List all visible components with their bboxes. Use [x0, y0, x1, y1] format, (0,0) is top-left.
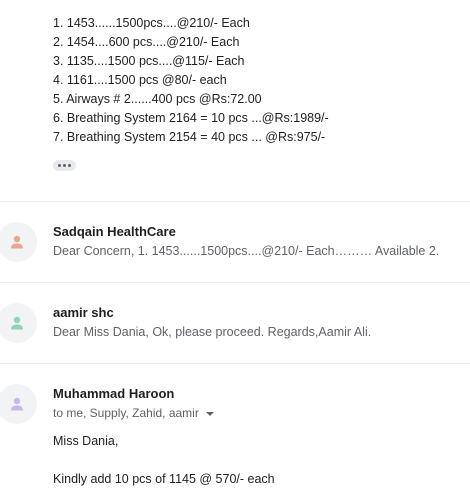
- more-horiz-icon: [58, 164, 61, 167]
- collapsed-message-aamir[interactable]: aamir shc Dear Miss Dania, Ok, please pr…: [0, 283, 470, 363]
- person-icon: [11, 235, 23, 249]
- message-body-text: Kindly add 10 pcs of 1145 @ 570/- each: [53, 472, 275, 486]
- order-line: 4. 1161....1500 pcs @80/- each: [53, 73, 227, 87]
- order-line: 5. Airways # 2......400 pcs @Rs:72.00: [53, 92, 262, 106]
- order-line: 1. 1453......1500pcs....@210/- Each: [53, 16, 250, 30]
- order-line: 7. Breathing System 2154 = 40 pcs ... @R…: [53, 130, 326, 144]
- sender-name: aamir shc: [53, 305, 114, 320]
- more-horiz-icon-dot: [63, 164, 66, 167]
- order-line: 3. 1135....1500 pcs....@115/- Each: [53, 54, 245, 68]
- recipients-details-toggle[interactable]: to me, Supply, Zahid, aamir: [53, 406, 214, 420]
- avatar: [0, 303, 37, 343]
- message-snippet: Dear Concern, 1. 1453......1500pcs....@2…: [53, 244, 440, 258]
- sender-name: Sadqain HealthCare: [53, 224, 176, 239]
- sender-name[interactable]: Muhammad Haroon: [53, 386, 174, 401]
- collapsed-message-sadqain[interactable]: Sadqain HealthCare Dear Concern, 1. 1453…: [0, 202, 470, 282]
- avatar: [0, 384, 37, 424]
- caret-down-icon: [205, 411, 214, 416]
- avatar: [0, 222, 37, 262]
- order-line: 2. 1454....600 pcs....@210/- Each: [53, 35, 240, 49]
- open-message-haroon: Muhammad Haroon to me, Supply, Zahid, aa…: [0, 364, 470, 494]
- recipients-list: to me, Supply, Zahid, aamir: [53, 406, 199, 420]
- order-line: 6. Breathing System 2164 = 10 pcs ...@Rs…: [53, 111, 329, 125]
- message-snippet: Dear Miss Dania, Ok, please proceed. Reg…: [53, 325, 372, 339]
- person-icon: [11, 316, 23, 330]
- more-horiz-icon-dot: [68, 164, 71, 167]
- expanded-message-body: 1. 1453......1500pcs....@210/- Each 2. 1…: [53, 14, 470, 147]
- person-icon: [11, 397, 23, 411]
- show-trimmed-content-button[interactable]: [53, 160, 76, 171]
- message-greeting: Miss Dania,: [53, 434, 119, 448]
